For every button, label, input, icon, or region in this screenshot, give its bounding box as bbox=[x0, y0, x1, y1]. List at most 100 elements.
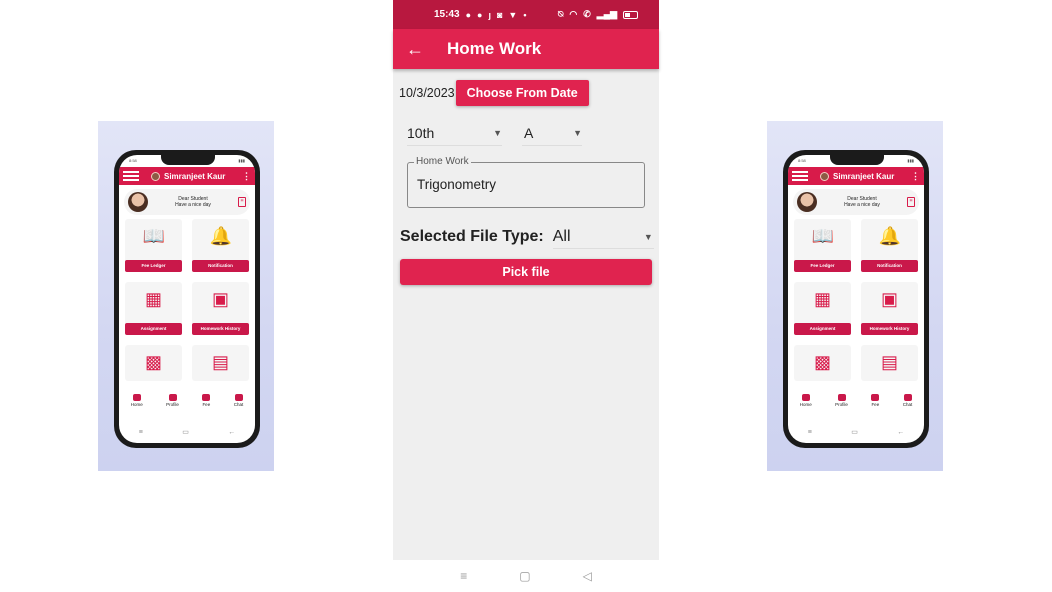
tile-label: Fee Ledger bbox=[125, 260, 182, 272]
homework-field-value[interactable]: Trigonometry bbox=[417, 177, 496, 192]
j-icon: ȷ bbox=[488, 9, 491, 20]
caret-down-icon: ▼ bbox=[493, 127, 502, 138]
status-time: 15:43 bbox=[434, 9, 460, 20]
tile-clipboard: ▤ bbox=[861, 345, 918, 381]
document-icon: ▤ bbox=[238, 197, 246, 207]
volte-icon: ✆ bbox=[583, 9, 591, 19]
phone-screen: 8:58 ▮▮▮ Simranjeet Kaur ⋮ Dear Student Ha… bbox=[788, 155, 924, 443]
tile-fee-ledger: 📖 Fee Ledger bbox=[125, 219, 182, 272]
phone-screen: 8:58 ▮▮▮ Simranjeet Kaur ⋮ Dear Student Ha… bbox=[119, 155, 255, 443]
date-row: 10/3/2023 Choose From Date bbox=[393, 80, 659, 106]
section-dropdown[interactable]: A ▼ bbox=[522, 120, 582, 146]
bell-icon: 🔔 bbox=[878, 226, 901, 246]
home-circle-icon: ▭ bbox=[182, 429, 189, 436]
clipboard-icon: ▤ bbox=[211, 352, 229, 372]
back-triangle-icon[interactable]: ◁ bbox=[583, 569, 592, 583]
tile-label: Homework History bbox=[861, 323, 918, 335]
phone-notch bbox=[830, 155, 884, 165]
book-icon: 📖 bbox=[142, 226, 165, 246]
easel-icon: ▩ bbox=[813, 352, 831, 372]
money-bag-icon bbox=[202, 393, 211, 401]
tile-label: Assignment bbox=[125, 323, 182, 335]
page-title: Home Work bbox=[447, 39, 542, 58]
vpn-icon: ▼ bbox=[508, 9, 518, 20]
compass-icon: ◙ bbox=[496, 9, 503, 20]
system-nav-bar: ≡ ▢ ◁ bbox=[393, 560, 659, 592]
chat-icon bbox=[234, 393, 243, 401]
monitor-icon: ▣ bbox=[880, 289, 898, 309]
mini-bottom-nav: Home Profile Fee Chat bbox=[119, 388, 255, 412]
nav-home: Home bbox=[131, 393, 143, 407]
tile-label: Fee Ledger bbox=[794, 260, 851, 272]
class-dropdown[interactable]: 10th ▼ bbox=[407, 120, 502, 146]
tile-assignment: ▦ Assignment bbox=[125, 282, 182, 335]
avatar bbox=[151, 171, 160, 181]
phone-notch bbox=[161, 155, 215, 165]
app-bar: ← Home Work bbox=[393, 29, 659, 69]
tile-easel: ▩ bbox=[125, 345, 182, 381]
tile-label: Assignment bbox=[794, 323, 851, 335]
nav-profile: Profile bbox=[835, 393, 848, 407]
mute-icon: ⍉ bbox=[557, 9, 564, 19]
student-photo bbox=[128, 192, 148, 212]
clipboard-icon: ▤ bbox=[880, 352, 898, 372]
calendar-icon: ▦ bbox=[813, 289, 831, 309]
nav-fee: Fee bbox=[202, 393, 211, 407]
more-vert-icon: ⋮ bbox=[242, 170, 251, 181]
tile-easel: ▩ bbox=[794, 345, 851, 381]
mini-bottom-nav: Home Profile Fee Chat bbox=[788, 388, 924, 412]
mini-system-nav: ≡ ▭ ← bbox=[119, 425, 255, 439]
student-photo bbox=[797, 192, 817, 212]
choose-from-date-button[interactable]: Choose From Date bbox=[455, 80, 589, 106]
chat-icon bbox=[903, 393, 912, 401]
tile-notification: 🔔 Notification bbox=[192, 219, 249, 272]
tile-fee-ledger: 📖 Fee Ledger bbox=[794, 219, 851, 272]
user-name: Simranjeet Kaur bbox=[833, 171, 895, 181]
promo-mockup-left: 8:58 ▮▮▮ Simranjeet Kaur ⋮ Dear Student Ha… bbox=[98, 121, 274, 471]
tile-label: Notification bbox=[192, 260, 249, 272]
easel-icon: ▩ bbox=[144, 352, 162, 372]
recents-icon[interactable]: ≡ bbox=[460, 569, 467, 583]
greeting-card: Dear Student Have a nice day ▤ bbox=[793, 189, 919, 215]
more-vert-icon: ⋮ bbox=[911, 170, 920, 181]
back-arrow-icon: ← bbox=[228, 428, 236, 436]
back-arrow-icon: ← bbox=[897, 428, 905, 436]
hamburger-menu-icon bbox=[792, 171, 808, 181]
class-section-row: 10th ▼ A ▼ bbox=[393, 120, 659, 146]
section-value: A bbox=[524, 124, 534, 141]
tile-notification: 🔔 Notification bbox=[861, 219, 918, 272]
file-type-value: All bbox=[552, 227, 571, 245]
class-value: 10th bbox=[407, 124, 435, 141]
tile-clipboard: ▤ bbox=[192, 345, 249, 381]
nav-chat: Chat bbox=[234, 393, 243, 407]
caret-down-icon: ▼ bbox=[643, 231, 653, 242]
arrow-left-icon[interactable]: ← bbox=[395, 39, 435, 60]
homework-screen: 15:43 ● ● ȷ ◙ ▼ • ⍉ ◠ ✆ ▂▄▆ ← Home Work … bbox=[393, 0, 659, 560]
avatar bbox=[820, 171, 829, 181]
promo-mockup-right: 8:58 ▮▮▮ Simranjeet Kaur ⋮ Dear Student Ha… bbox=[767, 121, 943, 471]
tile-assignment: ▦ Assignment bbox=[794, 282, 851, 335]
home-button-icon[interactable]: ▢ bbox=[519, 569, 530, 583]
homework-field[interactable]: Home Work Trigonometry bbox=[407, 156, 645, 208]
greeting-line-2: Have a nice day bbox=[175, 202, 211, 208]
phone-frame: 8:58 ▮▮▮ Simranjeet Kaur ⋮ Dear Student Ha… bbox=[114, 150, 260, 448]
mini-system-nav: ≡ ▭ ← bbox=[788, 425, 924, 439]
file-type-dropdown[interactable]: All ▼ bbox=[552, 225, 654, 249]
money-bag-icon bbox=[871, 393, 880, 401]
recents-icon: ≡ bbox=[807, 428, 812, 436]
mini-signal-icons: ▮▮▮ bbox=[907, 158, 914, 163]
pick-file-button[interactable]: Pick file bbox=[400, 259, 652, 285]
selected-date: 10/3/2023 bbox=[399, 86, 455, 100]
mini-signal-icons: ▮▮▮ bbox=[238, 158, 245, 163]
status-bar: 15:43 ● ● ȷ ◙ ▼ • ⍉ ◠ ✆ ▂▄▆ bbox=[393, 0, 659, 29]
caret-down-icon: ▼ bbox=[573, 127, 582, 138]
tile-homework-history: ▣ Homework History bbox=[861, 282, 918, 335]
battery-icon bbox=[623, 10, 638, 19]
monitor-icon: ▣ bbox=[211, 289, 229, 309]
nav-home: Home bbox=[800, 393, 812, 407]
nav-chat: Chat bbox=[903, 393, 912, 407]
profile-icon bbox=[837, 393, 846, 401]
nav-fee: Fee bbox=[871, 393, 880, 407]
message-icon: ● bbox=[465, 9, 472, 20]
tile-label: Notification bbox=[861, 260, 918, 272]
